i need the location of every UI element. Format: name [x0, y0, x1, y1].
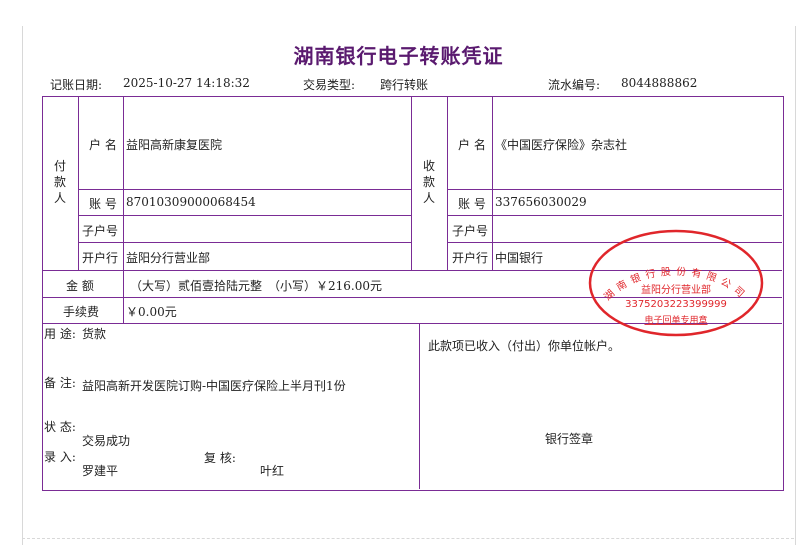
payer-bank-value: 益阳分行营业部 — [126, 251, 211, 265]
page-bottom-border — [22, 538, 794, 539]
payer-sub-account-label: 子户号 — [82, 224, 119, 238]
payer-account-label: 账 号 — [89, 197, 117, 211]
bank-signature-label: 银行签章 — [545, 432, 594, 446]
remark-value: 益阳高新开发医院订购-中国医疗保险上半月刊1份 — [82, 379, 346, 393]
remark-label: 备 注: — [44, 376, 76, 390]
payer-bank-label: 开户行 — [82, 251, 119, 265]
divider — [419, 323, 420, 489]
fee-label: 手续费 — [63, 305, 100, 319]
payer-name-label: 户 名 — [89, 138, 117, 152]
entry-label: 录 入: — [44, 450, 76, 464]
purpose-value: 货款 — [82, 327, 107, 341]
type-value: 跨行转账 — [380, 78, 429, 92]
document-title: 湖南银行电子转账凭证 — [293, 44, 504, 68]
review-label: 复 核: — [204, 451, 236, 465]
bank-seal-stamp: 湖南银行股份有限公司 益阳分行营业部 3375203223399999 电子回单… — [588, 229, 764, 337]
divider — [447, 189, 782, 190]
payee-account-label: 账 号 — [458, 197, 486, 211]
divider — [492, 96, 493, 270]
divider — [411, 96, 412, 270]
divider — [447, 215, 782, 216]
seal-branch-text: 益阳分行营业部 — [641, 283, 711, 296]
payee-name-value: 《中国医疗保险》杂志社 — [495, 138, 628, 152]
credit-notice: 此款项已收入（付出）你单位帐户。 — [428, 339, 621, 353]
amount-value: （大写）贰佰壹拾陆元整 （小写）￥216.00元 — [130, 279, 382, 293]
amount-label: 金 额 — [66, 279, 94, 293]
fee-value: ￥0.00元 — [126, 305, 177, 319]
payee-bank-value: 中国银行 — [495, 251, 544, 265]
divider — [78, 189, 411, 190]
payee-sub-account-label: 子户号 — [452, 224, 489, 238]
divider — [78, 242, 411, 243]
divider — [123, 96, 124, 270]
entry-value: 罗建平 — [82, 464, 119, 478]
serial-value: 8044888862 — [621, 76, 698, 90]
payer-account-value: 87010309000068454 — [126, 195, 256, 209]
status-label: 状 态: — [44, 420, 76, 434]
date-label: 记账日期: — [50, 78, 103, 92]
date-value: 2025-10-27 14:18:32 — [123, 76, 250, 90]
payee-name-label: 户 名 — [458, 138, 486, 152]
divider — [123, 270, 124, 323]
seal-purpose-text: 电子回单专用章 — [644, 314, 707, 326]
divider — [447, 96, 448, 270]
review-value: 叶红 — [260, 464, 285, 478]
payee-account-value: 337656030029 — [495, 195, 587, 209]
purpose-label: 用 途: — [44, 327, 76, 341]
seal-code-text: 3375203223399999 — [625, 299, 727, 310]
status-value: 交易成功 — [82, 434, 131, 448]
payee-bank-label: 开户行 — [452, 251, 489, 265]
divider — [78, 215, 411, 216]
payee-section-label: 收款人 — [422, 159, 435, 205]
divider — [78, 96, 79, 270]
type-label: 交易类型: — [303, 78, 356, 92]
payer-name-value: 益阳高新康复医院 — [126, 138, 223, 152]
payer-section-label: 付款人 — [53, 159, 66, 205]
serial-label: 流水编号: — [548, 78, 601, 92]
